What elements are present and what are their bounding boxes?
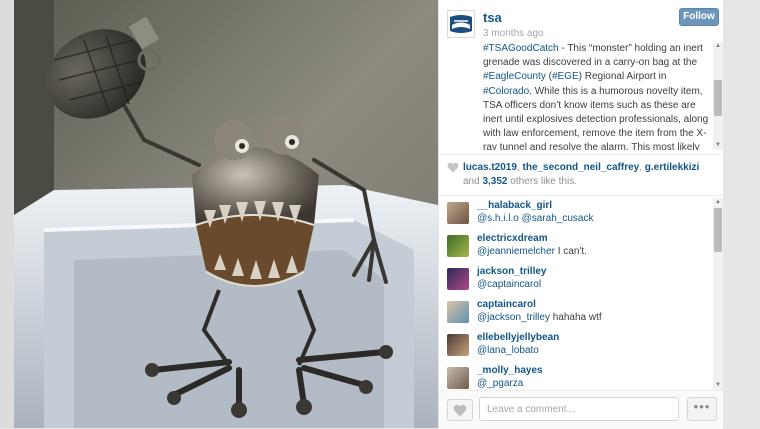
post-caption: #TSAGoodCatch - This “monster” holding a… (483, 42, 709, 150)
like-button[interactable] (447, 399, 473, 421)
comment-text: @lana_lobato (477, 345, 539, 356)
follow-button[interactable]: Follow (679, 8, 719, 26)
scroll-down-arrow-icon[interactable]: ▼ (713, 141, 723, 150)
page-background-right (722, 0, 760, 428)
comment-item: electricxdream @jeanniemelcher I can't. (447, 233, 711, 265)
more-options-button[interactable]: ••• (687, 397, 717, 421)
liker-username[interactable]: g.ertilekkizi (645, 162, 699, 173)
scroll-up-arrow-icon[interactable]: ▲ (713, 42, 723, 51)
comment-text: @captaincarol (477, 279, 541, 290)
comment-mention[interactable]: @sarah_cusack (522, 213, 594, 224)
post-photo[interactable] (14, 0, 438, 428)
comment-mention[interactable]: @_pgarza (477, 378, 523, 389)
likes-others-count[interactable]: 3,352 (482, 176, 507, 187)
scroll-up-arrow-icon[interactable]: ▲ (713, 198, 723, 207)
tsa-logo-icon[interactable] (447, 10, 475, 38)
post-username[interactable]: tsa (483, 10, 502, 25)
avatar[interactable] (447, 235, 469, 257)
comment-input[interactable] (479, 397, 679, 421)
likes-others-suffix: others like this. (510, 176, 577, 187)
hashtag-link[interactable]: #TSAGoodCatch (483, 43, 559, 54)
liker-username[interactable]: lucas.t2019 (463, 162, 517, 173)
liker-username[interactable]: the_second_neil_caffrey (523, 162, 640, 173)
comment-text: @jackson_trilley hahaha wtf (477, 312, 602, 323)
comment-username[interactable]: jackson_trilley (477, 266, 546, 277)
post-sidebar: tsa 3 months ago Follow #TSAGoodCatch - … (438, 0, 723, 429)
comment-footer: ••• (439, 390, 723, 429)
page-background-left (0, 0, 14, 428)
hashtag-link[interactable]: #EGE (552, 71, 579, 82)
avatar[interactable] (447, 202, 469, 224)
comment-item: _molly_hayes @_pgarza (447, 365, 711, 390)
avatar[interactable] (447, 301, 469, 323)
post-timestamp: 3 months ago (483, 28, 544, 39)
comments-scrollbar[interactable]: ▲ ▼ (713, 198, 723, 390)
photo-illustration (14, 0, 438, 428)
comment-username[interactable]: ellebellyjellybean (477, 332, 559, 343)
heart-icon (447, 162, 459, 173)
comments-list: __halaback_girl @s.h.i.l.o @sarah_cusack… (439, 198, 723, 390)
comment-body: I can't. (557, 246, 587, 257)
comment-mention[interactable]: @lana_lobato (477, 345, 539, 356)
hashtag-link[interactable]: #EagleCounty (483, 71, 546, 82)
likes-and: and (463, 176, 480, 187)
comments-scroll-thumb[interactable] (714, 208, 722, 252)
scroll-down-arrow-icon[interactable]: ▼ (713, 381, 723, 390)
comment-item: __halaback_girl @s.h.i.l.o @sarah_cusack (447, 200, 711, 232)
comment-username[interactable]: _molly_hayes (477, 365, 543, 376)
comment-mention[interactable]: @captaincarol (477, 279, 541, 290)
avatar[interactable] (447, 367, 469, 389)
heart-icon (453, 404, 467, 417)
avatar[interactable] (447, 268, 469, 290)
post-header: tsa 3 months ago Follow (439, 0, 723, 44)
comment-item: jackson_trilley @captaincarol (447, 266, 711, 298)
likes-section: lucas.t2019, the_second_neil_caffrey, g.… (439, 154, 723, 196)
comment-item: ellebellyjellybean @lana_lobato (447, 332, 711, 364)
comment-mention[interactable]: @jeanniemelcher (477, 246, 555, 257)
comment-mention[interactable]: @jackson_trilley (477, 312, 550, 323)
comment-item: captaincarol @jackson_trilley hahaha wtf (447, 299, 711, 331)
comment-body: hahaha wtf (552, 312, 602, 323)
comment-text: @_pgarza (477, 378, 523, 389)
comment-username[interactable]: electricxdream (477, 233, 548, 244)
caption-section: #TSAGoodCatch - This “monster” holding a… (439, 42, 723, 150)
caption-text: ) Regional Airport in (578, 71, 667, 83)
caption-scroll-thumb[interactable] (714, 80, 722, 116)
comment-text: @jeanniemelcher I can't. (477, 246, 587, 257)
post-modal: tsa 3 months ago Follow #TSAGoodCatch - … (14, 0, 723, 429)
likes-text: lucas.t2019, the_second_neil_caffrey, g.… (463, 162, 700, 187)
comment-username[interactable]: captaincarol (477, 299, 536, 310)
avatar[interactable] (447, 334, 469, 356)
comment-mention[interactable]: @s.h.i.l.o (477, 213, 519, 224)
hashtag-link[interactable]: #Colorado (483, 86, 529, 97)
comment-username[interactable]: __halaback_girl (477, 200, 552, 211)
comment-text: @s.h.i.l.o @sarah_cusack (477, 213, 593, 224)
caption-scrollbar[interactable]: ▲ ▼ (713, 42, 723, 150)
